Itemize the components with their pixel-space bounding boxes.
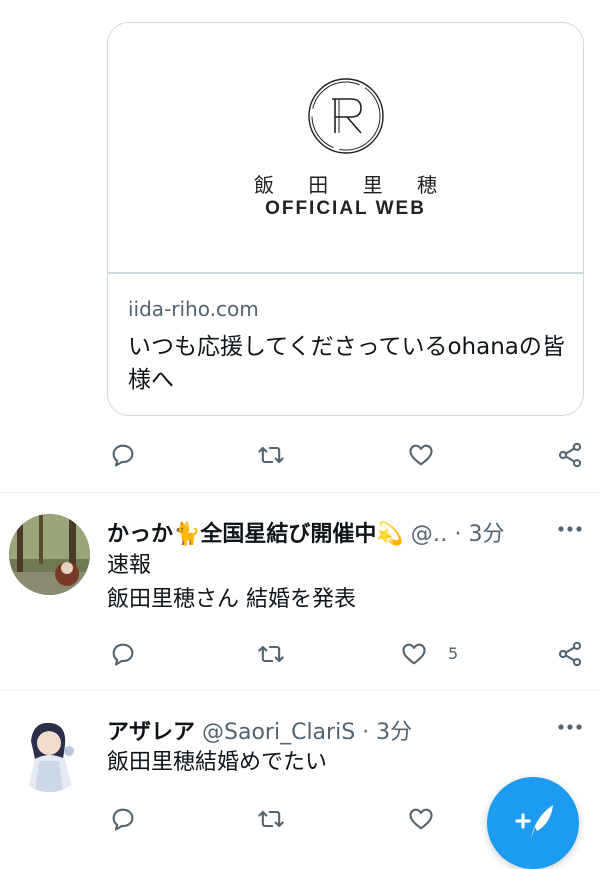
- avatar[interactable]: [9, 711, 90, 792]
- retweet-icon: [258, 810, 284, 828]
- reply-button[interactable]: [107, 803, 139, 835]
- reply-icon: [112, 643, 134, 666]
- compose-button[interactable]: [487, 777, 579, 869]
- card-description: いつも応援してくださっているohanaの皆様へ: [128, 334, 565, 393]
- tweet-meta: @Saori_ClariS · 3分: [202, 720, 413, 745]
- divider: [0, 690, 600, 691]
- retweet-icon: [258, 645, 284, 663]
- retweet-button[interactable]: [255, 638, 287, 670]
- logo-name: 飯 田 里 穂: [253, 173, 452, 197]
- tweet-header: かっか🐈全国星結び開催中💫 @‥ · 3分: [107, 516, 504, 548]
- retweet-button[interactable]: [255, 803, 287, 835]
- like-icon: [402, 643, 426, 665]
- logo-emblem-icon: [308, 78, 384, 154]
- display-name[interactable]: かっか🐈全国星結び開催中💫: [107, 522, 404, 547]
- like-icon: [409, 808, 433, 830]
- card-image: 飯 田 里 穂 OFFICIAL WEB: [108, 23, 583, 274]
- display-name[interactable]: アザレア: [107, 720, 195, 745]
- like-button[interactable]: [405, 803, 437, 835]
- compose-icon: [515, 805, 553, 839]
- like-count: 5: [448, 644, 459, 663]
- tweet-header: アザレア @Saori_ClariS · 3分: [107, 714, 412, 746]
- share-icon: [558, 641, 582, 667]
- share-button[interactable]: [554, 439, 586, 471]
- link-card[interactable]: 飯 田 里 穂 OFFICIAL WEB iida-riho.com いつも応援…: [107, 22, 584, 416]
- more-icon[interactable]: [555, 519, 585, 539]
- tweet-actions: 5: [107, 638, 587, 672]
- tweet-text: 飯田里穂さん 結婚を発表: [107, 587, 356, 612]
- reply-icon: [112, 808, 134, 831]
- avatar-illustration-icon: [9, 711, 90, 792]
- like-button[interactable]: [405, 439, 437, 471]
- like-button[interactable]: [398, 638, 430, 670]
- tweet-text: 速報: [107, 553, 152, 578]
- tweet-meta: @‥ · 3分: [410, 522, 505, 547]
- share-button[interactable]: [554, 638, 586, 670]
- tweet-text: 飯田里穂結婚めでたい: [107, 750, 328, 775]
- more-icon[interactable]: [555, 717, 585, 737]
- avatar[interactable]: [9, 514, 90, 595]
- reply-icon: [112, 444, 134, 467]
- card-divider: [108, 272, 583, 274]
- retweet-icon: [258, 446, 284, 464]
- share-icon: [558, 442, 582, 468]
- logo-subtitle: OFFICIAL WEB: [265, 198, 426, 219]
- like-icon: [409, 444, 433, 466]
- avatar-photo-icon: [9, 514, 90, 595]
- reply-button[interactable]: [107, 439, 139, 471]
- divider: [0, 492, 600, 493]
- reply-button[interactable]: [107, 638, 139, 670]
- tweet-actions: [107, 439, 587, 473]
- card-domain: iida-riho.com: [128, 297, 259, 321]
- retweet-button[interactable]: [255, 439, 287, 471]
